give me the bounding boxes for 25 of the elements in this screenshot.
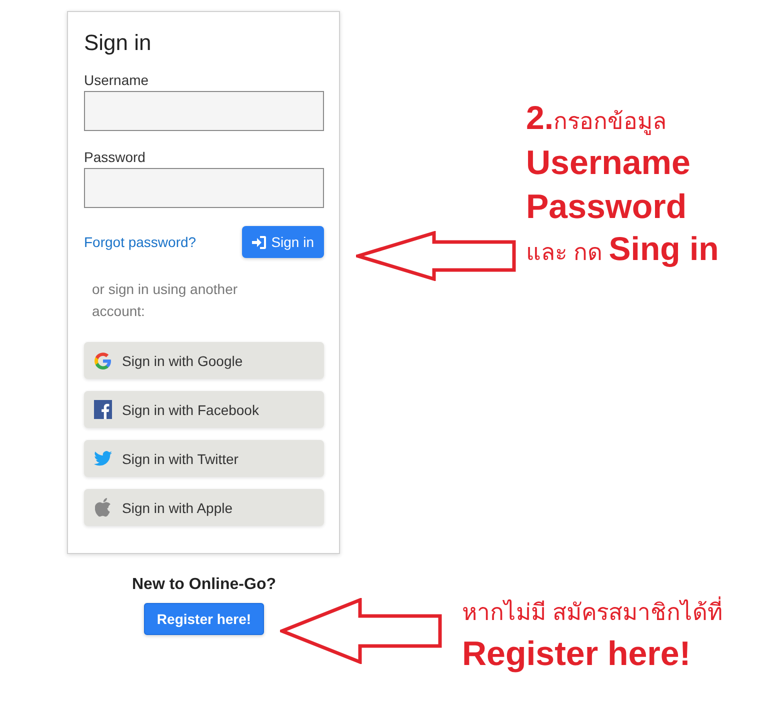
field-label: Password xyxy=(84,149,146,165)
field-label: Username xyxy=(84,72,149,88)
alternative-signin-text: or sign in using another account: xyxy=(92,280,239,321)
annotation-heading: Register here! xyxy=(462,634,691,675)
annotation-text: หากไม่มี สมัครสมาชิกได้ที่ xyxy=(462,592,722,632)
annotation-text: 2.กรอกข้อมูล xyxy=(526,98,667,138)
annotation-text: และ กด Sing in xyxy=(526,229,719,269)
input-field[interactable] xyxy=(84,91,324,131)
social-sign-in-button[interactable]: Sign in with Google xyxy=(84,342,324,379)
facebook-icon xyxy=(94,400,112,419)
sign-in-icon xyxy=(252,236,266,248)
sign-in-button[interactable]: Sign in xyxy=(242,226,324,258)
register-prompt: New to Online-Go? xyxy=(132,576,276,594)
social-sign-in-button[interactable]: Sign in with Apple xyxy=(84,489,324,526)
google-icon xyxy=(94,352,112,370)
annotation-heading: Username xyxy=(526,143,690,184)
social-sign-in-button[interactable]: Sign in with Twitter xyxy=(84,440,324,477)
card-title: Sign in xyxy=(84,30,152,56)
forgot-password-link[interactable]: Forgot password? xyxy=(84,234,196,250)
social-sign-in-button[interactable]: Sign in with Facebook xyxy=(84,391,324,428)
input-field[interactable] xyxy=(84,168,324,208)
bird-icon xyxy=(94,451,112,466)
annotation-heading: Password xyxy=(526,187,687,228)
apple-icon xyxy=(95,498,111,517)
register-button[interactable]: Register here! xyxy=(144,603,264,635)
